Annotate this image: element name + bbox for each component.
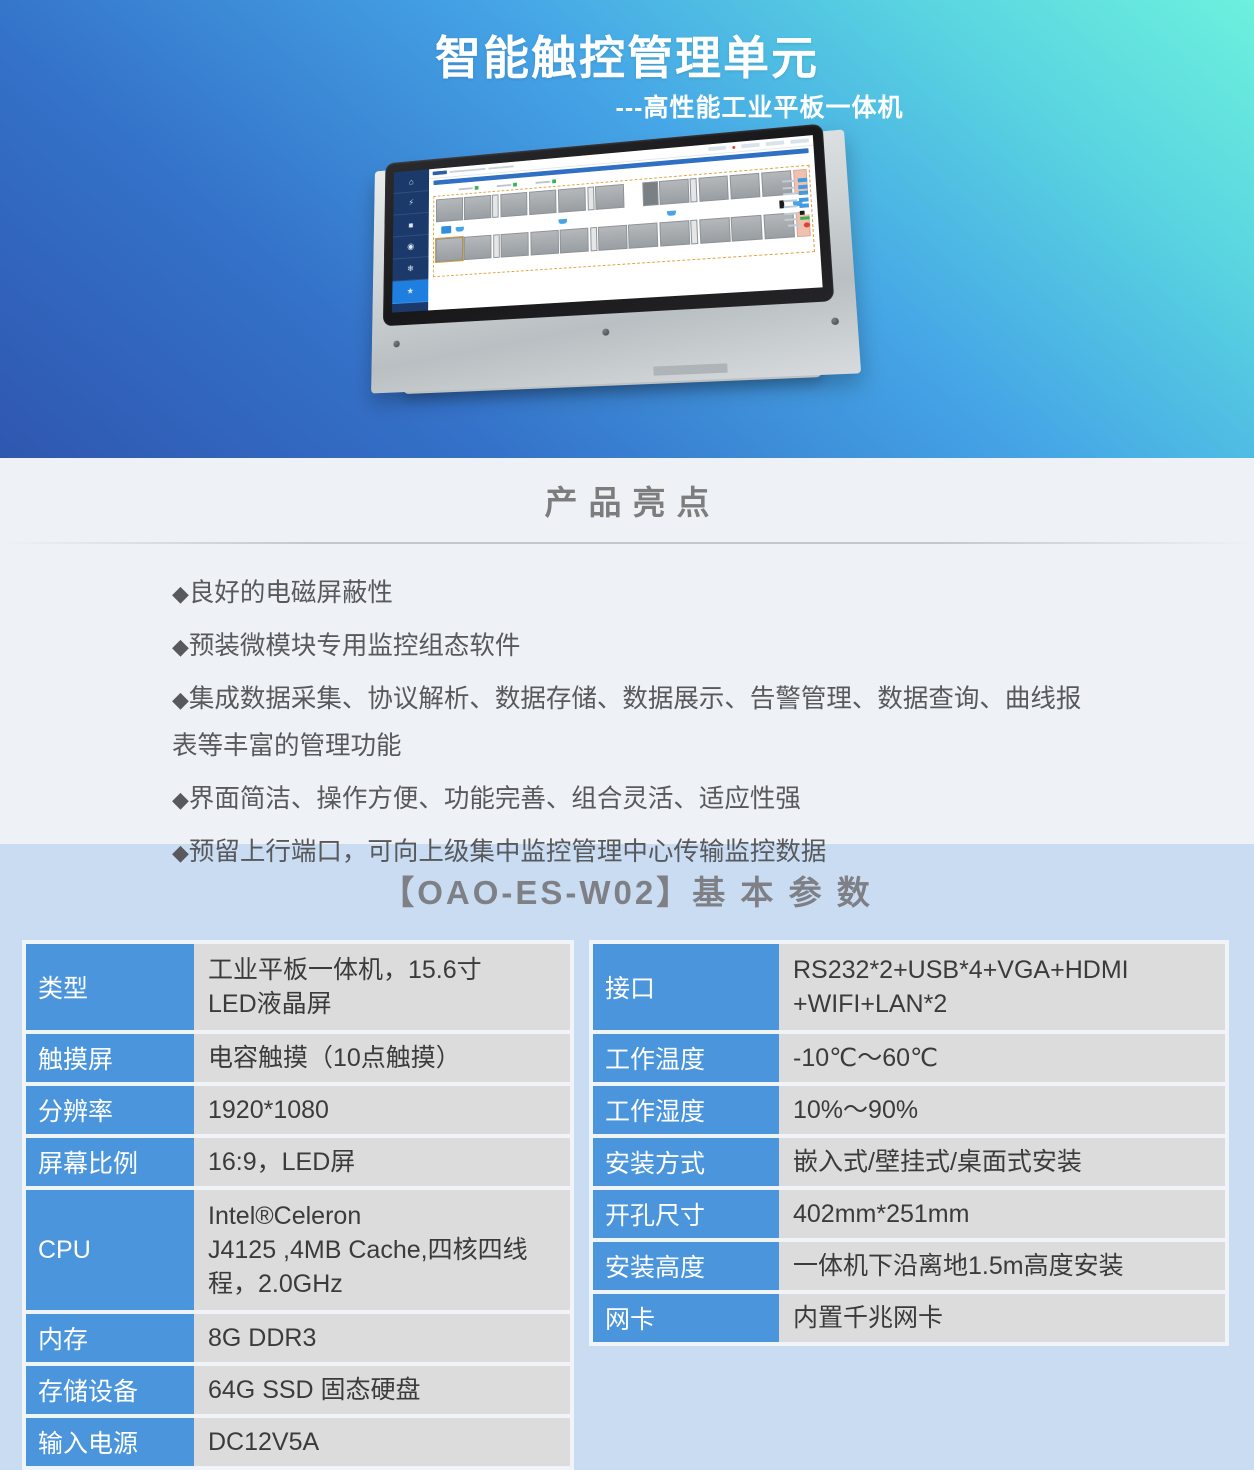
screw-icon	[602, 328, 610, 336]
highlight-text: 良好的电磁屏蔽性	[188, 579, 393, 607]
highlights-title: 产品亮点	[544, 484, 721, 521]
power-icon: ⚡	[393, 190, 429, 216]
spec-key: 接口	[593, 944, 779, 1030]
io-ports	[653, 364, 712, 376]
spec-value: 8G DDR3	[194, 1314, 570, 1362]
spec-value: RS232*2+USB*4+VGA+HDMI +WIFI+LAN*2	[779, 944, 1225, 1030]
spec-row: 接口 RS232*2+USB*4+VGA+HDMI +WIFI+LAN*2	[593, 944, 1225, 1030]
spec-key: 触摸屏	[26, 1034, 194, 1082]
highlight-item: ◆界面简洁、操作方便、功能完善、组合灵活、适应性强	[172, 776, 1094, 823]
spec-table-left: 类型 工业平板一体机，15.6寸 LED液晶屏 触摸屏 电容触摸（10点触摸） 分辨率 19…	[22, 940, 574, 1470]
highlight-item: ◆预装微模块专用监控组态软件	[172, 623, 1094, 670]
spec-key: 工作湿度	[593, 1086, 779, 1134]
spec-key: 屏幕比例	[26, 1138, 194, 1186]
pump-icon: ◉	[392, 234, 429, 260]
spec-row: 网卡 内置千兆网卡	[593, 1294, 1225, 1342]
spec-value: 工业平板一体机，15.6寸 LED液晶屏	[194, 944, 570, 1030]
page-title: 智能触控管理单元	[435, 32, 819, 84]
spec-row: 工作温度 -10℃～60℃	[593, 1034, 1225, 1082]
spec-row: 工作湿度 10%～90%	[593, 1086, 1225, 1134]
spec-value: 1920*1080	[194, 1086, 570, 1134]
spec-key: 存储设备	[26, 1366, 194, 1414]
room-boundary	[432, 164, 816, 278]
diamond-bullet-icon: ◆	[172, 787, 189, 812]
app-logo	[432, 170, 447, 176]
highlight-text: 预装微模块专用监控组态软件	[188, 632, 521, 660]
section-divider	[0, 542, 1254, 544]
app-menu-item	[765, 140, 785, 147]
screw-icon	[831, 317, 840, 326]
highlight-text: 预留上行端口，可向上级集中监控管理中心传输监控数据	[188, 838, 827, 866]
spec-key: 输入电源	[26, 1418, 194, 1466]
app-main	[428, 135, 823, 311]
spec-value: 10%～90%	[779, 1086, 1225, 1134]
spec-value: 16:9，LED屏	[194, 1138, 570, 1186]
page-subtitle: ---高性能工业平板一体机	[615, 94, 904, 122]
app-menu-item	[790, 138, 810, 144]
spec-row: 安装高度 一体机下沿离地1.5m高度安装	[593, 1242, 1225, 1290]
highlight-item: ◆良好的电磁屏蔽性	[172, 570, 1094, 617]
spec-row: 输入电源 DC12V5A	[26, 1418, 570, 1466]
highlight-text: 集成数据采集、协议解析、数据存储、数据展示、告警管理、数据查询、曲线报表等丰富的…	[172, 685, 1082, 760]
highlight-item: ◆集成数据采集、协议解析、数据存储、数据展示、告警管理、数据查询、曲线报表等丰富…	[172, 676, 1094, 770]
highlight-text: 界面简洁、操作方便、功能完善、组合灵活、适应性强	[188, 785, 801, 813]
home-icon: ⌂	[393, 169, 430, 194]
ac-unit-icon	[666, 210, 676, 216]
screw-icon	[393, 340, 400, 348]
spec-value: Intel®Celeron J4125 ,4MB Cache,四核四线程，2.0G…	[194, 1190, 570, 1310]
app-menu-item	[708, 145, 727, 152]
spec-row: 分辨率 1920*1080	[26, 1086, 570, 1134]
spec-key: 类型	[26, 944, 194, 1030]
spec-key: CPU	[26, 1190, 194, 1310]
ac-unit-icon	[558, 218, 568, 224]
spec-key: 安装高度	[593, 1242, 779, 1290]
hero-banner: 智能触控管理单元 ---高性能工业平板一体机 ⌂ ⚡ ■ ◉ ❄ ★	[0, 0, 1254, 458]
spec-value: DC12V5A	[194, 1418, 570, 1466]
spec-value: 402mm*251mm	[779, 1190, 1225, 1238]
product-highlights-section: 产品亮点 ◆良好的电磁屏蔽性 ◆预装微模块专用监控组态软件 ◆集成数据采集、协议解析…	[0, 458, 1254, 866]
shield-icon: ★	[392, 279, 429, 305]
spec-key: 网卡	[593, 1294, 779, 1342]
app-menu-item	[741, 142, 760, 149]
spec-row: 安装方式 嵌入式/壁挂式/桌面式安装	[593, 1138, 1225, 1186]
ac-unit-icon	[455, 226, 464, 232]
spec-key: 内存	[26, 1314, 194, 1362]
device-screen: ⌂ ⚡ ■ ◉ ❄ ★	[392, 135, 823, 313]
alarm-badge	[732, 145, 736, 149]
diamond-bullet-icon: ◆	[172, 840, 189, 865]
spec-value: 一体机下沿离地1.5m高度安装	[779, 1242, 1225, 1290]
spec-key: 分辨率	[26, 1086, 194, 1134]
spec-row: 存储设备 64G SSD 固态硬盘	[26, 1366, 570, 1414]
spec-row: CPU Intel®Celeron J4125 ,4MB Cache,四核四线程，2…	[26, 1190, 570, 1310]
device-bezel: ⌂ ⚡ ■ ◉ ❄ ★	[382, 123, 835, 327]
spec-key: 安装方式	[593, 1138, 779, 1186]
monitor-icon	[441, 225, 452, 234]
spec-value: 嵌入式/壁挂式/桌面式安装	[779, 1138, 1225, 1186]
spec-value: 电容触摸（10点触摸）	[194, 1034, 570, 1082]
diamond-bullet-icon: ◆	[172, 581, 189, 606]
spec-row: 屏幕比例 16:9，LED屏	[26, 1138, 570, 1186]
diamond-bullet-icon: ◆	[172, 634, 189, 659]
battery-icon: ■	[393, 212, 429, 238]
spec-tables: 类型 工业平板一体机，15.6寸 LED液晶屏 触摸屏 电容触摸（10点触摸） 分辨率 19…	[0, 940, 1254, 1470]
spec-row: 开孔尺寸 402mm*251mm	[593, 1190, 1225, 1238]
app-breadcrumb	[449, 167, 486, 174]
spec-row: 触摸屏 电容触摸（10点触摸）	[26, 1034, 570, 1082]
spec-value: 内置千兆网卡	[779, 1294, 1225, 1342]
spec-key: 工作温度	[593, 1034, 779, 1082]
spec-table-right: 接口 RS232*2+USB*4+VGA+HDMI +WIFI+LAN*2 工作温度 -…	[589, 940, 1229, 1346]
diamond-bullet-icon: ◆	[172, 687, 189, 712]
product-photo: ⌂ ⚡ ■ ◉ ❄ ★	[352, 123, 862, 397]
basic-parameters-section: 【OAO-ES-W02】基 本 参 数 类型 工业平板一体机，15.6寸 LED液晶…	[0, 844, 1254, 1470]
spec-value: -10℃～60℃	[779, 1034, 1225, 1082]
app-breadcrumb	[488, 165, 514, 170]
snowflake-icon: ❄	[392, 257, 429, 282]
highlights-list: ◆良好的电磁屏蔽性 ◆预装微模块专用监控组态软件 ◆集成数据采集、协议解析、数据存储…	[0, 570, 1254, 876]
spec-key: 开孔尺寸	[593, 1190, 779, 1238]
device-legend	[782, 177, 811, 229]
spec-row: 类型 工业平板一体机，15.6寸 LED液晶屏	[26, 944, 570, 1030]
spec-row: 内存 8G DDR3	[26, 1314, 570, 1362]
app-sidebar: ⌂ ⚡ ■ ◉ ❄ ★	[392, 169, 430, 313]
spec-value: 64G SSD 固态硬盘	[194, 1366, 570, 1414]
